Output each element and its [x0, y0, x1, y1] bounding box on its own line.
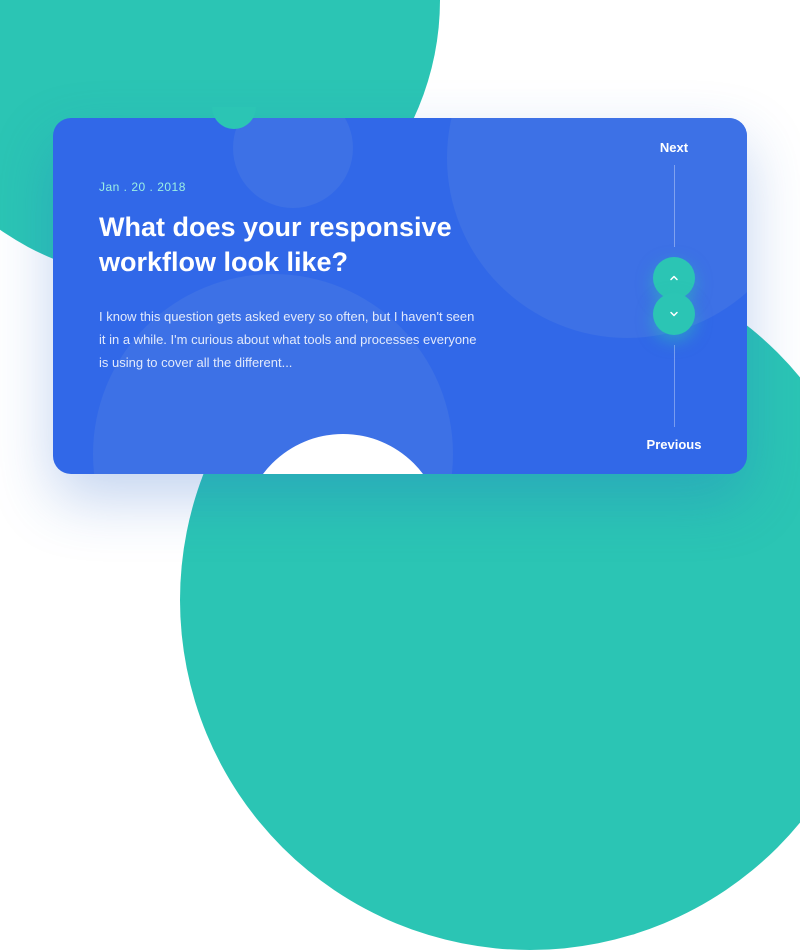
read-more-link[interactable]: Read more: [213, 449, 473, 461]
post-card: Jan . 20 . 2018 What does your responsiv…: [53, 118, 747, 474]
chevron-down-icon: [668, 308, 680, 320]
nav-divider: [674, 345, 675, 427]
chevron-up-icon: [668, 272, 680, 284]
read-more-wrap: Read more: [213, 414, 473, 474]
nav-divider: [674, 165, 675, 247]
post-nav: Next Previous: [639, 140, 709, 452]
previous-link[interactable]: Previous: [647, 437, 702, 452]
post-content: Jan . 20 . 2018 What does your responsiv…: [99, 180, 519, 374]
nav-down-button[interactable]: [653, 293, 695, 335]
next-link[interactable]: Next: [660, 140, 688, 155]
post-title: What does your responsive workflow look …: [99, 210, 519, 280]
nav-buttons: [653, 257, 695, 335]
post-excerpt: I know this question gets asked every so…: [99, 306, 479, 374]
post-date: Jan . 20 . 2018: [99, 180, 519, 194]
